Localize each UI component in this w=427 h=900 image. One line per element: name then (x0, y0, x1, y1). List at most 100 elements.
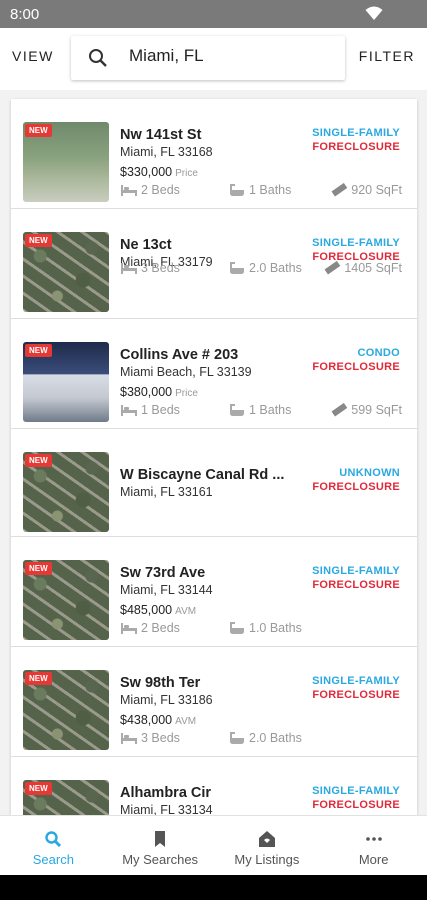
listing-card[interactable]: NEW Ne 13ct Miami, FL 33179 SINGLE-FAMIL… (11, 209, 417, 319)
beds-value: 1 Beds (141, 403, 180, 417)
beds-value: 3 Beds (141, 261, 180, 275)
price-label: Price (175, 168, 198, 179)
price-value: $380,000 (120, 385, 173, 399)
baths-stat: 1.0 Baths (228, 621, 302, 635)
listing-status: FORECLOSURE (312, 689, 400, 701)
nav-my-listings[interactable]: My Listings (214, 816, 321, 876)
listing-stats: 3 Beds 2.0 Baths 1405 SqFt (120, 261, 402, 277)
sqft-value: 920 SqFt (351, 183, 402, 197)
beds-stat: 2 Beds (120, 183, 180, 197)
listing-status: FORECLOSURE (312, 579, 400, 591)
listing-photo[interactable]: NEW (23, 780, 109, 815)
price-value: $485,000 (120, 603, 173, 617)
new-badge: NEW (25, 562, 52, 575)
property-type: UNKNOWN (339, 467, 400, 479)
price-label: AVM (175, 716, 197, 727)
listing-status: FORECLOSURE (312, 799, 400, 811)
listing-stats: 3 Beds 2.0 Baths (120, 731, 402, 747)
listing-card[interactable]: NEW Nw 141st St Miami, FL 33168 $330,000… (11, 99, 417, 209)
listing-address: W Biscayne Canal Rd ... (120, 467, 285, 483)
new-badge: NEW (25, 344, 52, 357)
listing-photo[interactable]: NEW (23, 560, 109, 640)
search-box[interactable] (71, 36, 345, 80)
nav-search[interactable]: Search (0, 816, 107, 876)
listing-card[interactable]: NEW Alhambra Cir Miami, FL 33134 SINGLE-… (11, 757, 417, 815)
new-badge: NEW (25, 454, 52, 467)
sqft-stat: 920 SqFt (330, 183, 402, 197)
bed-icon (121, 185, 137, 196)
property-type: SINGLE-FAMILY (312, 785, 400, 797)
listing-photo[interactable]: NEW (23, 342, 109, 422)
bathtub-icon (230, 732, 244, 744)
bed-icon (121, 263, 137, 274)
price-label: AVM (175, 606, 197, 617)
listing-card[interactable]: NEW Sw 73rd Ave Miami, FL 33144 $485,000… (11, 537, 417, 647)
price-label: Price (175, 388, 198, 399)
listing-stats: 2 Beds 1.0 Baths (120, 621, 402, 637)
baths-value: 2.0 Baths (249, 731, 302, 745)
listing-card[interactable]: NEW Sw 98th Ter Miami, FL 33186 $438,000… (11, 647, 417, 757)
listing-photo[interactable]: NEW (23, 670, 109, 750)
status-time: 8:00 (10, 6, 40, 23)
baths-value: 2.0 Baths (249, 261, 302, 275)
search-icon (89, 49, 107, 67)
bookmark-icon (155, 831, 166, 847)
listing-photo[interactable]: NEW (23, 122, 109, 202)
listing-city: Miami, FL 33144 (120, 583, 213, 597)
listing-list[interactable]: NEW Nw 141st St Miami, FL 33168 $330,000… (11, 99, 417, 815)
property-type: SINGLE-FAMILY (312, 675, 400, 687)
listing-photo[interactable]: NEW (23, 232, 109, 312)
bed-icon (121, 623, 137, 634)
system-navigation-bar (0, 875, 427, 900)
status-bar: 8:00 (0, 0, 427, 28)
new-badge: NEW (25, 124, 52, 137)
listing-status: FORECLOSURE (312, 481, 400, 493)
price-value: $330,000 (120, 165, 173, 179)
price-value: $438,000 (120, 713, 173, 727)
listing-price: $485,000 AVM (120, 603, 196, 617)
beds-value: 2 Beds (141, 183, 180, 197)
nav-my-searches-label: My Searches (122, 852, 199, 867)
sqft-stat: 599 SqFt (330, 403, 402, 417)
listing-price: $330,000 Price (120, 165, 198, 179)
property-type: CONDO (357, 347, 400, 359)
beds-stat: 2 Beds (120, 621, 180, 635)
nav-more-label: More (358, 852, 389, 867)
listing-city: Miami Beach, FL 33139 (120, 365, 252, 379)
baths-stat: 1 Baths (228, 403, 291, 417)
beds-value: 2 Beds (141, 621, 180, 635)
baths-value: 1 Baths (249, 183, 292, 197)
listing-price: $438,000 AVM (120, 713, 196, 727)
listing-address: Collins Ave # 203 (120, 347, 239, 363)
property-type: SINGLE-FAMILY (312, 565, 400, 577)
beds-value: 3 Beds (141, 731, 180, 745)
listing-stats: 1 Beds 1 Baths 599 SqFt (120, 403, 402, 419)
baths-value: 1.0 Baths (249, 621, 302, 635)
new-badge: NEW (25, 672, 52, 685)
beds-stat: 1 Beds (120, 403, 180, 417)
bathtub-icon (230, 622, 244, 634)
listing-card[interactable]: NEW Collins Ave # 203 Miami Beach, FL 33… (11, 319, 417, 429)
listing-status: FORECLOSURE (312, 141, 400, 153)
listing-photo[interactable]: NEW (23, 452, 109, 532)
filter-button[interactable]: FILTER (359, 48, 415, 64)
new-badge: NEW (25, 234, 52, 247)
baths-stat: 2.0 Baths (228, 261, 302, 275)
listing-card[interactable]: NEW W Biscayne Canal Rd ... Miami, FL 33… (11, 429, 417, 537)
beds-stat: 3 Beds (120, 261, 180, 275)
bed-icon (121, 405, 137, 416)
listing-city: Miami, FL 33168 (120, 145, 213, 159)
listing-city: Miami, FL 33134 (120, 803, 213, 815)
view-button[interactable]: VIEW (12, 48, 54, 64)
sqft-stat: 1405 SqFt (323, 261, 402, 275)
nav-search-label: Search (32, 852, 74, 867)
more-icon (365, 837, 382, 841)
search-input[interactable] (129, 46, 329, 66)
listing-address: Nw 141st St (120, 127, 202, 143)
sqft-value: 599 SqFt (351, 403, 402, 417)
search-icon (45, 831, 62, 848)
house-icon (258, 831, 275, 847)
nav-more[interactable]: More (320, 816, 427, 876)
nav-my-searches[interactable]: My Searches (107, 816, 214, 876)
ruler-icon (331, 403, 348, 417)
